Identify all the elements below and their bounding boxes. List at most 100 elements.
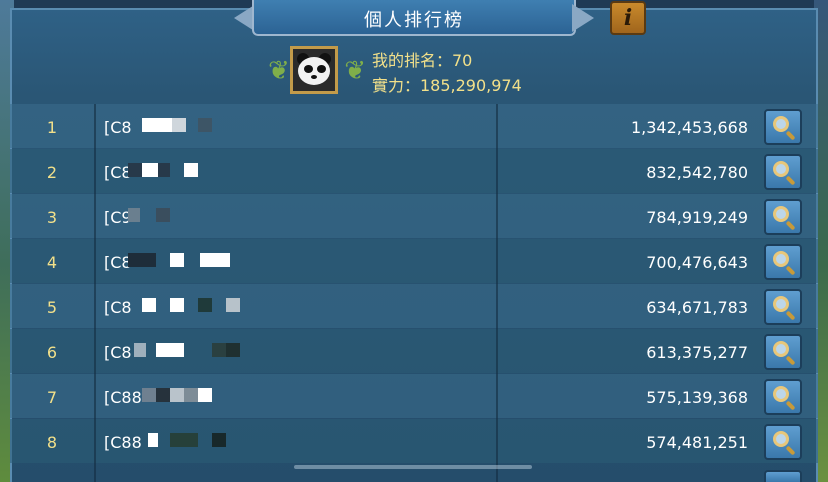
my-power-label: 實力：185,290,974 [372,76,522,95]
table-row[interactable]: 6 [C8 613,375,277 [10,329,818,373]
censored-name-block [184,388,198,402]
scrollbar[interactable] [294,465,532,469]
censored-name-block [198,388,212,402]
power-value: 700,476,643 [646,253,748,272]
view-player-button[interactable] [764,109,802,145]
power-value: 575,139,368 [646,388,748,407]
censored-name-block [184,163,198,177]
magnifier-icon [773,296,789,312]
player-name: [C88 [104,433,142,452]
magnifier-handle [785,445,796,456]
rank-number: 7 [46,388,58,407]
censored-name-block [226,343,240,357]
rank-number: 6 [46,343,58,362]
avatar[interactable] [290,46,338,94]
ribbon-right-arrow [572,4,594,32]
censored-name-block [212,433,226,447]
magnifier-handle [785,220,796,231]
panda-eye-icon [304,65,313,73]
censored-name-block [156,208,170,222]
rank-number: 2 [46,163,58,182]
censored-name-block [128,163,142,177]
censored-name-block [158,163,170,177]
view-player-button-partial[interactable] [764,470,802,482]
censored-name-block [134,343,146,357]
view-player-button[interactable] [764,154,802,190]
ribbon-bar: 個人排行榜 [252,0,576,36]
power-value: 574,481,251 [646,433,748,452]
censored-name-block [156,388,170,402]
view-player-button[interactable] [764,289,802,325]
panda-nose-icon [311,75,317,79]
magnifier-icon [773,206,789,222]
censored-name-block [198,298,212,312]
magnifier-icon [773,161,789,177]
ranking-table: 1 [C8 1,342,453,668 2 [C8 832,542,780 3 … [10,104,818,482]
player-summary: ❦ ❦ [268,44,366,96]
rank-number: 1 [46,118,58,137]
table-row[interactable]: 7 [C88 575,139,368 [10,374,818,418]
magnifier-icon [773,386,789,402]
magnifier-icon [773,431,789,447]
table-row[interactable]: 2 [C8 832,542,780 [10,149,818,193]
panda-eye-icon [317,65,326,73]
censored-name-block [128,208,140,222]
censored-name-block [170,253,184,267]
censored-name-block [128,253,156,267]
censored-name-block [142,298,156,312]
magnifier-handle [785,175,796,186]
censored-name-block [148,433,158,447]
view-player-button[interactable] [764,199,802,235]
censored-name-block [156,343,184,357]
censored-name-block [226,298,240,312]
view-player-button[interactable] [764,334,802,370]
magnifier-handle [785,355,796,366]
info-button[interactable]: i [610,1,646,35]
power-value: 832,542,780 [646,163,748,182]
rank-number: 4 [46,253,58,272]
power-value: 613,375,277 [646,343,748,362]
censored-name-block [170,298,184,312]
magnifier-handle [785,265,796,276]
view-player-button[interactable] [764,244,802,280]
player-name: [C8 [104,298,132,317]
censored-name-block [200,253,230,267]
magnifier-handle [785,310,796,321]
magnifier-icon [773,341,789,357]
table-row[interactable]: 1 [C8 1,342,453,668 [10,104,818,148]
rank-number: 8 [46,433,58,452]
title-ribbon: 個人排行榜 [234,0,594,36]
censored-name-block [142,163,158,177]
censored-name-block [170,433,198,447]
table-row[interactable]: 4 [C8 700,476,643 [10,239,818,283]
player-name: [C8 [104,118,132,137]
laurel-right-icon: ❦ [344,56,366,86]
censored-name-block [172,118,186,132]
table-row[interactable]: 5 [C8 634,671,783 [10,284,818,328]
table-row[interactable]: 3 [C9 784,919,249 [10,194,818,238]
rank-number: 3 [46,208,58,227]
player-name: [C88 [104,388,142,407]
my-rank-label: 我的排名：70 [372,51,473,70]
column-divider [496,104,498,482]
power-value: 1,342,453,668 [630,118,748,137]
censored-name-block [142,388,156,402]
censored-name-block [142,118,172,132]
table-row[interactable]: 8 [C88 574,481,251 [10,419,818,463]
magnifier-icon [773,251,789,267]
rank-number: 5 [46,298,58,317]
power-value: 784,919,249 [646,208,748,227]
censored-name-block [198,118,212,132]
player-name: [C8 [104,343,132,362]
magnifier-handle [785,130,796,141]
view-player-button[interactable] [764,424,802,460]
view-player-button[interactable] [764,379,802,415]
laurel-left-icon: ❦ [268,56,290,86]
magnifier-icon [773,116,789,132]
power-value: 634,671,783 [646,298,748,317]
censored-name-block [170,388,184,402]
column-divider [94,104,96,482]
magnifier-handle [785,400,796,411]
page-title: 個人排行榜 [364,10,464,31]
censored-name-block [212,343,226,357]
